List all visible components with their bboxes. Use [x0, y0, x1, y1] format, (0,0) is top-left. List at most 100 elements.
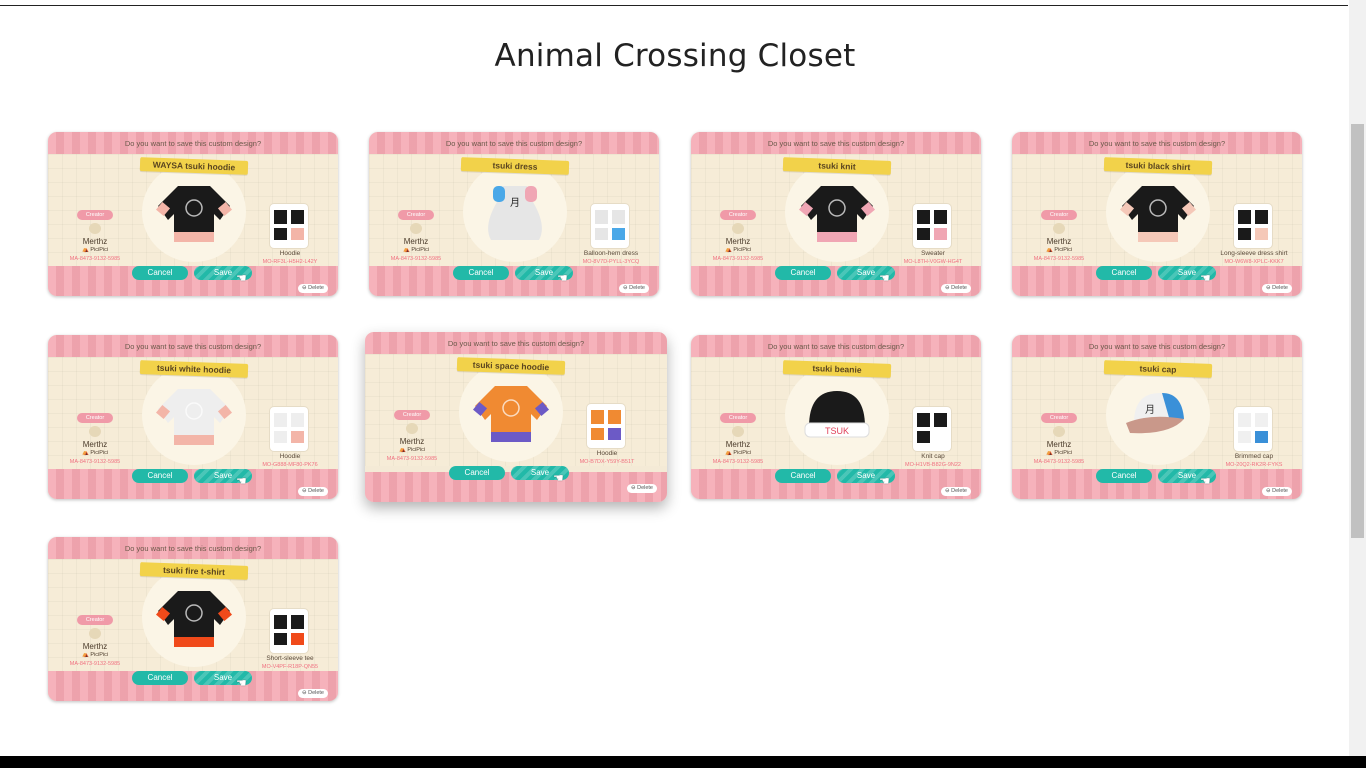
svg-text:月: 月: [1145, 404, 1155, 416]
design-card[interactable]: Do you want to save this custom design? …: [365, 332, 667, 502]
creator-island-name: PiciPici: [407, 447, 426, 453]
creator-name: Merthz: [82, 642, 108, 651]
svg-text:TSUK: TSUK: [825, 426, 849, 436]
design-card[interactable]: Do you want to save this custom design? …: [691, 132, 981, 296]
creator-code: MA-8473-9132-5985: [1033, 256, 1085, 262]
hand-cursor-icon: ☚: [879, 474, 890, 488]
svg-text:月: 月: [510, 197, 520, 209]
pattern-swatch: [270, 204, 308, 248]
design-code: MO-L8TH-V0GW-HG4T: [903, 259, 963, 265]
design-card[interactable]: Do you want to save this custom design? …: [1012, 335, 1302, 499]
card-bottom-band: [1012, 266, 1302, 296]
hoodie-icon: [155, 180, 233, 246]
save-question: Do you want to save this custom design?: [124, 342, 262, 351]
design-card[interactable]: Do you want to save this custom design? …: [48, 537, 338, 701]
creator-badge: Creator: [398, 210, 434, 220]
save-question: Do you want to save this custom design?: [767, 342, 905, 351]
pattern-swatch: [913, 407, 951, 451]
cancel-button[interactable]: Cancel: [132, 266, 188, 280]
creator-name: Merthz: [1046, 237, 1072, 246]
creator-badge: Creator: [77, 210, 113, 220]
cancel-button[interactable]: Cancel: [775, 266, 831, 280]
cap-icon: 月: [1120, 383, 1196, 449]
design-code: MO-G888-MF80-PK76: [262, 462, 318, 468]
hand-cursor-icon: ☚: [557, 271, 568, 285]
hand-cursor-icon: ☚: [1200, 271, 1211, 285]
item-type: Short-sleeve tee: [266, 655, 314, 662]
creator-badge: Creator: [394, 410, 430, 420]
creator-avatar: [410, 223, 422, 234]
delete-label: Delete: [308, 488, 324, 494]
design-code: MO-8V7D-PYLL-3YCQ: [582, 259, 640, 265]
creator-island: ⛺ PiciPici: [705, 247, 771, 253]
creator-island: ⛺ PiciPici: [62, 652, 128, 658]
hoodie-icon: [472, 380, 550, 446]
delete-label: Delete: [308, 285, 324, 291]
creator-badge: Creator: [1041, 413, 1077, 423]
creator-island-name: PiciPici: [733, 247, 752, 253]
item-type: Balloon-hem dress: [583, 250, 639, 257]
cancel-button[interactable]: Cancel: [775, 469, 831, 483]
design-code: MO-V4PF-R18P-QN55: [261, 664, 319, 670]
delete-button[interactable]: ⊖ Delete: [940, 284, 971, 293]
card-bottom-band: [48, 266, 338, 296]
shirt-icon: [1119, 180, 1197, 246]
design-card[interactable]: Do you want to save this custom design? …: [369, 132, 659, 296]
delete-button[interactable]: ⊖ Delete: [297, 487, 328, 496]
design-card[interactable]: Do you want to save this custom design? …: [48, 335, 338, 499]
cancel-button[interactable]: Cancel: [1096, 469, 1152, 483]
design-card[interactable]: Do you want to save this custom design? …: [48, 132, 338, 296]
sweater-icon: [798, 180, 876, 246]
delete-button[interactable]: ⊖ Delete: [940, 487, 971, 496]
cancel-button[interactable]: Cancel: [453, 266, 509, 280]
creator-badge: Creator: [720, 413, 756, 423]
item-type: Hoodie: [596, 450, 618, 457]
item-type: Long-sleeve dress shirt: [1220, 250, 1288, 257]
hand-cursor-icon: ☚: [236, 271, 247, 285]
creator-code: MA-8473-9132-5985: [1033, 459, 1085, 465]
delete-button[interactable]: ⊖ Delete: [1261, 487, 1292, 496]
dress-icon: 月: [477, 180, 553, 246]
delete-label: Delete: [308, 690, 324, 696]
pattern-swatch: [1234, 204, 1272, 248]
creator-island-name: PiciPici: [1054, 247, 1073, 253]
tee-icon: [155, 585, 233, 651]
cancel-button[interactable]: Cancel: [132, 671, 188, 685]
creator-badge: Creator: [77, 615, 113, 625]
creator-name: Merthz: [399, 437, 425, 446]
creator-code: MA-8473-9132-5985: [712, 459, 764, 465]
delete-button[interactable]: ⊖ Delete: [297, 689, 328, 698]
design-card[interactable]: Do you want to save this custom design? …: [691, 335, 981, 499]
creator-island: ⛺ PiciPici: [383, 247, 449, 253]
bottom-bar: [0, 756, 1366, 768]
save-question: Do you want to save this custom design?: [124, 544, 262, 553]
creator-island: ⛺ PiciPici: [62, 247, 128, 253]
cancel-button[interactable]: Cancel: [1096, 266, 1152, 280]
save-question: Do you want to save this custom design?: [1088, 139, 1226, 148]
creator-badge: Creator: [77, 413, 113, 423]
creator-code: MA-8473-9132-5985: [69, 256, 121, 262]
delete-button[interactable]: ⊖ Delete: [1261, 284, 1292, 293]
creator-island: ⛺ PiciPici: [379, 447, 445, 453]
creator-island-name: PiciPici: [1054, 450, 1073, 456]
delete-label: Delete: [1272, 285, 1288, 291]
design-card[interactable]: Do you want to save this custom design? …: [1012, 132, 1302, 296]
page-title: Animal Crossing Closet: [494, 38, 856, 74]
scrollbar-thumb[interactable]: [1351, 124, 1364, 538]
scrollbar[interactable]: [1349, 0, 1366, 756]
creator-avatar: [89, 223, 101, 234]
card-bottom-band: [369, 266, 659, 296]
item-type: Knit cap: [921, 453, 945, 460]
delete-button[interactable]: ⊖ Delete: [618, 284, 649, 293]
cancel-button[interactable]: Cancel: [132, 469, 188, 483]
creator-island-name: PiciPici: [90, 247, 109, 253]
hand-cursor-icon: ☚: [553, 471, 564, 485]
creator-island-name: PiciPici: [411, 247, 430, 253]
hoodie-icon: [155, 383, 233, 449]
cancel-button[interactable]: Cancel: [449, 466, 505, 480]
creator-code: MA-8473-9132-5985: [69, 459, 121, 465]
delete-button[interactable]: ⊖ Delete: [297, 284, 328, 293]
creator-island: ⛺ PiciPici: [1026, 247, 1092, 253]
delete-button[interactable]: ⊖ Delete: [626, 484, 657, 493]
save-question: Do you want to save this custom design?: [1088, 342, 1226, 351]
